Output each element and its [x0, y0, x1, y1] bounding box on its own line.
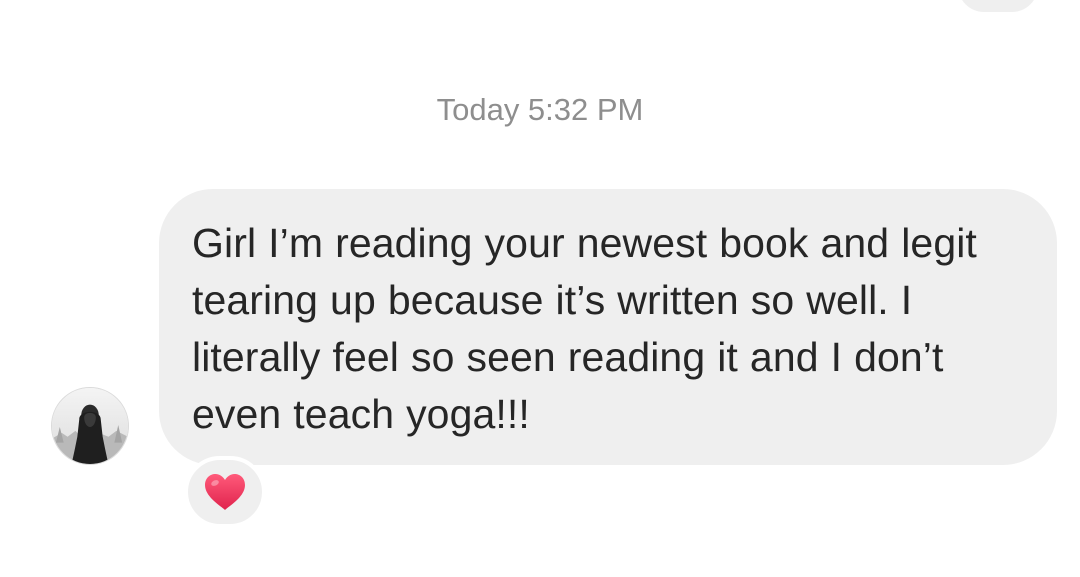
message-timestamp: Today 5:32 PM: [436, 92, 644, 127]
message-text: Girl I’m reading your newest book and le…: [192, 220, 977, 437]
avatar-photo: [52, 388, 128, 464]
chat-thread: Today 5:32 PM Girl I’m reading your newe…: [0, 0, 1080, 577]
message-bubble[interactable]: Girl I’m reading your newest book and le…: [159, 189, 1057, 465]
red-heart-icon: [205, 474, 245, 510]
previous-message-bubble[interactable]: [958, 0, 1038, 12]
message-reaction[interactable]: [184, 456, 266, 528]
sender-avatar[interactable]: [51, 387, 129, 465]
